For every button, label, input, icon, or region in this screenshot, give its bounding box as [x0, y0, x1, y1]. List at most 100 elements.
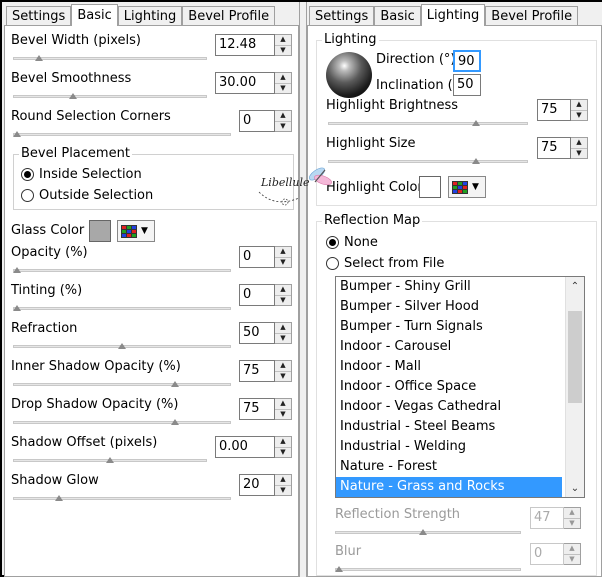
radio-select-from-file[interactable]: Select from File — [326, 256, 444, 271]
slider-thumb[interactable] — [472, 158, 480, 164]
list-item[interactable]: Indoor - Office Space — [336, 377, 562, 397]
inner-shadow-value[interactable]: 75 — [239, 360, 275, 382]
spin-down-icon[interactable]: ▼ — [571, 147, 587, 159]
list-item[interactable]: Bumper - Turn Signals — [336, 317, 562, 337]
spin-up-icon[interactable]: ▲ — [275, 361, 291, 371]
round-corners-spinbox[interactable]: 0 ▲ ▼ — [239, 110, 292, 132]
slider-thumb[interactable] — [472, 120, 480, 126]
slider-thumb[interactable] — [69, 93, 77, 99]
slider-thumb[interactable] — [35, 55, 43, 61]
list-item[interactable]: Nature - Forest — [336, 457, 562, 477]
shadow-glow-slider[interactable] — [13, 494, 231, 502]
spin-down-icon[interactable]: ▼ — [275, 484, 291, 496]
spin-down-icon[interactable]: ▼ — [564, 517, 580, 529]
chevron-up-icon[interactable]: ⌃ — [566, 277, 584, 295]
highlight-brightness-slider[interactable] — [328, 119, 528, 127]
drop-shadow-value[interactable]: 75 — [239, 398, 275, 420]
slider-thumb[interactable] — [171, 381, 179, 387]
list-item[interactable]: Bumper - Shiny Grill — [336, 277, 562, 297]
highlight-color-picker-dropdown[interactable]: ▼ — [448, 176, 486, 198]
highlight-brightness-spinbox[interactable]: 75 ▲ ▼ — [537, 99, 588, 121]
bevel-width-slider[interactable] — [13, 54, 207, 62]
slider-track[interactable] — [13, 421, 231, 424]
tab-basic[interactable]: Basic — [71, 4, 118, 26]
radio-unchecked-icon[interactable] — [21, 189, 34, 202]
opacity-slider[interactable] — [13, 266, 231, 274]
slider-thumb[interactable] — [171, 419, 179, 425]
shadow-glow-value[interactable]: 20 — [239, 474, 275, 496]
blur-spinbox[interactable]: 0 ▲ ▼ — [530, 543, 581, 565]
slider-thumb[interactable] — [13, 305, 21, 311]
bevel-smoothness-value[interactable]: 30.00 — [215, 72, 275, 94]
spin-down-icon[interactable]: ▼ — [275, 294, 291, 306]
spin-down-icon[interactable]: ▼ — [275, 446, 291, 458]
spin-up-icon[interactable]: ▲ — [275, 323, 291, 333]
slider-track[interactable] — [13, 307, 231, 310]
spin-up-icon[interactable]: ▲ — [275, 73, 291, 83]
tinting-slider[interactable] — [13, 304, 231, 312]
list-scrollbar[interactable]: ⌃ ⌄ — [565, 277, 584, 497]
glass-color-swatch[interactable] — [89, 220, 111, 242]
slider-thumb[interactable] — [13, 267, 21, 273]
reflection-strength-slider[interactable] — [335, 528, 521, 536]
inclination-value[interactable]: 50 — [453, 74, 481, 96]
glass-color-picker-dropdown[interactable]: ▼ — [117, 220, 155, 242]
spin-up-icon[interactable]: ▲ — [571, 138, 587, 148]
highlight-color-swatch[interactable] — [419, 176, 441, 198]
dropdown-arrow-icon[interactable]: ▼ — [141, 226, 148, 236]
light-direction-sphere[interactable] — [326, 52, 372, 98]
list-item[interactable]: Indoor - Carousel — [336, 337, 562, 357]
bevel-width-spinbox[interactable]: 12.48 ▲ ▼ — [215, 34, 292, 56]
spin-down-icon[interactable]: ▼ — [275, 408, 291, 420]
round-corners-value[interactable]: 0 — [239, 110, 275, 132]
list-item[interactable]: Industrial - Welding — [336, 437, 562, 457]
bevel-smoothness-slider[interactable] — [13, 92, 207, 100]
spin-up-icon[interactable]: ▲ — [275, 35, 291, 45]
spin-up-icon[interactable]: ▲ — [275, 475, 291, 485]
refraction-slider[interactable] — [13, 342, 231, 350]
highlight-brightness-value[interactable]: 75 — [537, 99, 571, 121]
shadow-glow-spinbox[interactable]: 20 ▲ ▼ — [239, 474, 292, 496]
shadow-offset-value[interactable]: 0.00 — [215, 436, 275, 458]
inner-shadow-spinbox[interactable]: 75 ▲ ▼ — [239, 360, 292, 382]
list-item[interactable]: Industrial - Steel Beams — [336, 417, 562, 437]
highlight-size-spinbox[interactable]: 75 ▲ ▼ — [537, 137, 588, 159]
slider-thumb[interactable] — [118, 343, 126, 349]
slider-thumb[interactable] — [419, 529, 427, 535]
spin-up-icon[interactable]: ▲ — [564, 544, 580, 554]
slider-thumb[interactable] — [55, 495, 63, 501]
tab-settings[interactable]: Settings — [6, 6, 72, 26]
direction-value[interactable]: 90 — [453, 50, 481, 72]
tab-bevel-profile[interactable]: Bevel Profile — [485, 6, 579, 26]
spin-down-icon[interactable]: ▼ — [275, 370, 291, 382]
slider-thumb[interactable] — [106, 457, 114, 463]
slider-track[interactable] — [335, 531, 521, 534]
slider-track[interactable] — [328, 122, 528, 125]
tab-basic[interactable]: Basic — [374, 6, 421, 26]
spin-up-icon[interactable]: ▲ — [571, 100, 587, 110]
spin-down-icon[interactable]: ▼ — [275, 82, 291, 94]
radio-inside-selection[interactable]: Inside Selection — [21, 167, 142, 182]
spin-up-icon[interactable]: ▲ — [275, 437, 291, 447]
drop-shadow-slider[interactable] — [13, 418, 231, 426]
radio-unchecked-icon[interactable] — [326, 257, 339, 270]
spin-up-icon[interactable]: ▲ — [275, 399, 291, 409]
list-item[interactable]: Bumper - Silver Hood — [336, 297, 562, 317]
slider-track[interactable] — [335, 568, 521, 571]
scrollbar-thumb[interactable] — [568, 311, 582, 403]
tab-lighting[interactable]: Lighting — [117, 6, 183, 26]
tab-settings[interactable]: Settings — [309, 6, 375, 26]
shadow-offset-slider[interactable] — [13, 456, 207, 464]
tinting-value[interactable]: 0 — [239, 284, 275, 306]
list-item[interactable]: Nature - Grass and Rocks — [336, 477, 562, 497]
slider-track[interactable] — [13, 95, 207, 98]
chevron-down-icon[interactable]: ⌄ — [566, 479, 584, 497]
slider-track[interactable] — [13, 383, 231, 386]
inclination-input[interactable]: 50 — [453, 74, 481, 96]
spin-down-icon[interactable]: ▼ — [571, 109, 587, 121]
radio-none[interactable]: None — [326, 235, 378, 250]
refraction-spinbox[interactable]: 50 ▲ ▼ — [239, 322, 292, 344]
spin-up-icon[interactable]: ▲ — [564, 508, 580, 518]
radio-checked-icon[interactable] — [326, 236, 339, 249]
drop-shadow-spinbox[interactable]: 75 ▲ ▼ — [239, 398, 292, 420]
